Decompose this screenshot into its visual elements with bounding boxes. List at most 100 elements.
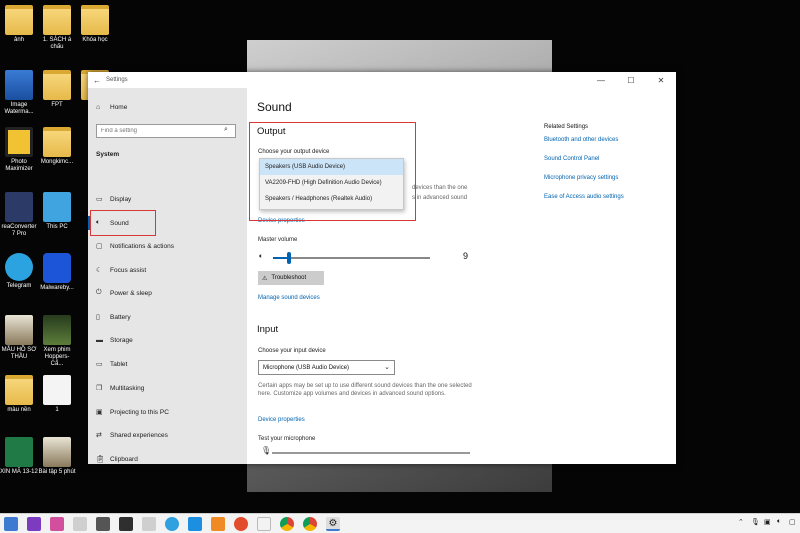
app-icon[interactable] — [257, 516, 271, 531]
sidebar-item-multitasking[interactable]: ❐ Multitasking — [96, 384, 145, 393]
desktop-icon-fpt[interactable]: FPT — [38, 70, 76, 109]
app-icon[interactable] — [142, 516, 156, 531]
chevron-up-icon[interactable]: ⌃ — [738, 518, 744, 526]
desktop-icon-image-watermark[interactable]: Image Waterma... — [0, 70, 38, 116]
sidebar-item-power-sleep[interactable]: ⏻ Power & sleep — [96, 289, 152, 297]
manage-sound-devices-link[interactable]: Manage sound devices — [258, 295, 320, 301]
volume-slider-track[interactable] — [273, 257, 430, 259]
desktop-icon-photo-maximizer[interactable]: Photo Maximizer — [0, 127, 38, 173]
desktop-icon-sach[interactable]: 1. SÁCH á chấu — [38, 5, 76, 51]
tablet-icon: ▭ — [96, 361, 103, 368]
app-icon[interactable] — [27, 516, 41, 531]
skype-icon[interactable] — [165, 516, 179, 531]
video-icon — [43, 315, 71, 345]
desktop-icon-label: FPT — [51, 102, 63, 108]
search-icon[interactable]: ⌕ — [224, 126, 228, 134]
input-device-label: Choose your input device — [258, 348, 326, 354]
app-icon[interactable] — [234, 516, 248, 531]
desktop-icon-label: XIN MÃ 13-12 — [0, 469, 38, 475]
sidebar-item-label: Clipboard — [110, 455, 138, 463]
find-setting-input[interactable] — [96, 124, 236, 138]
desktop-icon-xem-phim[interactable]: Xem phim Hoppers- Cẩ... — [38, 315, 76, 368]
desktop-icon-mau-ho-so[interactable]: MẪU HỒ SƠ THẦU — [0, 315, 38, 361]
related-link-bluetooth[interactable]: Bluetooth and other devices — [544, 137, 618, 143]
desktop-icon-label: 1. SÁCH á chấu — [42, 37, 72, 50]
desktop-icon-anh[interactable]: ảnh — [0, 5, 38, 44]
input-help-text: Certain apps may be set up to use differ… — [258, 383, 472, 397]
folder-icon — [43, 127, 71, 157]
desktop-icon-label: Malwareby... — [40, 285, 74, 291]
telegram-icon — [5, 253, 33, 281]
desktop-icon-this-pc[interactable]: This PC — [38, 192, 76, 231]
sidebar-item-tablet[interactable]: ▭ Tablet — [96, 360, 128, 369]
app-icon[interactable] — [96, 516, 110, 531]
app-icon[interactable] — [73, 516, 87, 531]
desktop-icon-malwarebytes[interactable]: Malwareby... — [38, 253, 76, 292]
test-microphone-label: Test your microphone — [258, 436, 316, 442]
desktop-icon-label: This PC — [46, 224, 68, 230]
desktop-icon-telegram[interactable]: Telegram — [0, 253, 38, 290]
master-volume-label: Master volume — [258, 237, 298, 243]
maximize-button[interactable]: ☐ — [616, 76, 646, 85]
zalo-icon[interactable] — [188, 516, 202, 531]
sidebar-item-label: Focus assist — [110, 266, 147, 274]
desktop-icon-mongkimc[interactable]: Mongkimc... — [38, 127, 76, 166]
notification-icon[interactable]: ▢ — [789, 518, 796, 526]
app-icon — [5, 192, 33, 222]
sidebar-item-label: Projecting to this PC — [110, 408, 169, 416]
home-icon: ⌂ — [96, 104, 101, 111]
sidebar-item-notifications[interactable]: ▢ Notifications & actions — [96, 242, 174, 251]
input-device-select[interactable]: Microphone (USB Audio Device) ⌄ — [258, 360, 395, 375]
desktop-icon-khoa-hoc[interactable]: Khóa học — [76, 5, 114, 44]
sidebar-item-label: Multitasking — [110, 384, 145, 392]
troubleshoot-button[interactable]: ⚠ Troubleshoot — [258, 271, 324, 285]
sidebar-item-home[interactable]: ⌂ Home — [96, 104, 127, 111]
close-button[interactable]: ✕ — [646, 76, 676, 85]
moon-icon: ☾ — [96, 267, 103, 274]
sidebar-item-display[interactable]: ▭ Display — [96, 195, 132, 204]
sidebar-item-label: Tablet — [110, 360, 128, 368]
chrome-icon[interactable] — [303, 516, 317, 531]
related-link-ease-of-access-audio[interactable]: Ease of Access audio settings — [544, 194, 624, 200]
settings-gear-icon[interactable]: ⚙ — [326, 516, 340, 531]
desktop-icon-mau-nen[interactable]: màu nền — [0, 375, 38, 414]
desktop-icon-label: Bài tập 5 phút — [38, 469, 76, 475]
input-device-properties-link[interactable]: Device properties — [258, 417, 305, 423]
sidebar-item-projecting[interactable]: ▣ Projecting to this PC — [96, 408, 169, 417]
start-icon[interactable] — [4, 516, 18, 531]
network-icon[interactable]: ▣ — [764, 518, 771, 526]
microphone-icon[interactable]: 🎙︎ — [751, 518, 760, 526]
sidebar-item-battery[interactable]: ▯ Battery — [96, 313, 131, 322]
sidebar-item-label: Power & sleep — [110, 289, 152, 297]
back-arrow-icon[interactable]: ← — [88, 76, 106, 85]
desktop-icon-file-1[interactable]: 1 — [38, 375, 76, 414]
related-link-microphone-privacy[interactable]: Microphone privacy settings — [544, 175, 618, 181]
chrome-icon[interactable] — [280, 516, 294, 531]
desktop-icon-label: reaConverter 7 Pro — [1, 224, 37, 237]
sidebar-item-label: Display — [110, 195, 132, 203]
desktop-icon-xin-ma[interactable]: XIN MÃ 13-12 — [0, 437, 38, 476]
folder-icon — [43, 70, 71, 100]
capcut-icon[interactable] — [119, 516, 133, 531]
volume-icon[interactable]: 🔈︎ — [777, 518, 781, 526]
app-icon[interactable] — [50, 516, 64, 531]
sidebar-item-label: Notifications & actions — [110, 242, 174, 250]
desktop-icon-label: Image Waterma... — [4, 102, 34, 115]
sidebar-item-focus-assist[interactable]: ☾ Focus assist — [96, 266, 147, 275]
minimize-button[interactable]: — — [586, 76, 616, 85]
desktop-icon-label: Photo Maximizer — [5, 159, 33, 172]
sidebar-section-heading: System — [96, 151, 120, 158]
window-title: Settings — [106, 77, 128, 83]
power-icon: ⏻ — [96, 289, 102, 296]
sidebar-item-shared-experiences[interactable]: ⇄ Shared experiences — [96, 431, 168, 440]
speaker-icon[interactable]: 🔈︎ — [259, 253, 263, 261]
desktop-icon-label: MẪU HỒ SƠ THẦU — [1, 347, 37, 360]
related-link-sound-control-panel[interactable]: Sound Control Panel — [544, 156, 599, 162]
desktop-icon-bai-tap[interactable]: Bài tập 5 phút — [38, 437, 76, 476]
desktop-icon-reaconverter[interactable]: reaConverter 7 Pro — [0, 192, 38, 238]
volume-slider-thumb[interactable] — [286, 252, 291, 264]
sidebar-item-storage[interactable]: ▬ Storage — [96, 337, 133, 344]
desktop-icon-label: Telegram — [6, 283, 32, 289]
app-icon[interactable] — [211, 516, 225, 531]
sidebar-item-clipboard[interactable]: 📋︎ Clipboard — [96, 455, 138, 464]
